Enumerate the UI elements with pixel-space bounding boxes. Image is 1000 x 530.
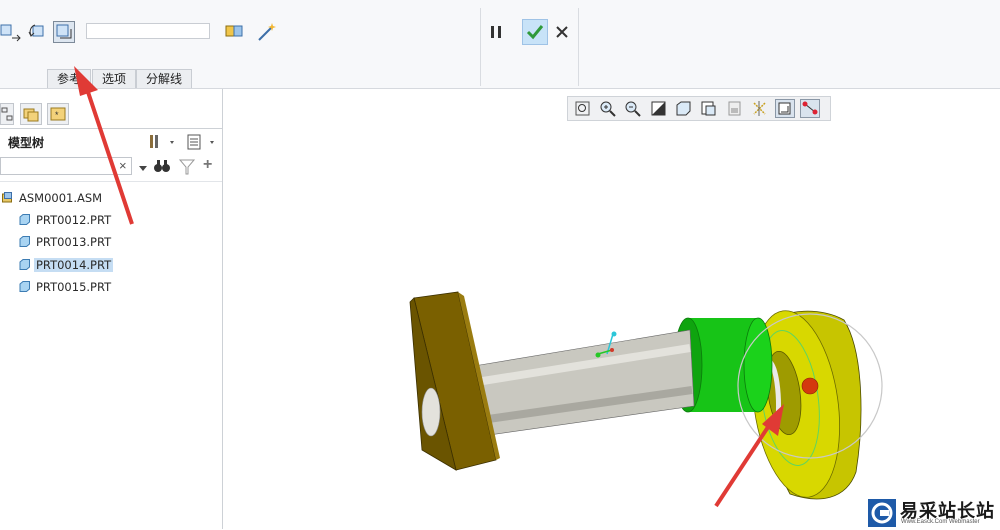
annotation-arrows (74, 66, 784, 508)
arrow-to-ribbon-button (74, 66, 134, 225)
watermark-subtext: Www.Easck.Com Webmaster (901, 519, 980, 525)
arrow-to-ring-part (714, 404, 784, 508)
watermark-logo-icon (868, 499, 896, 527)
